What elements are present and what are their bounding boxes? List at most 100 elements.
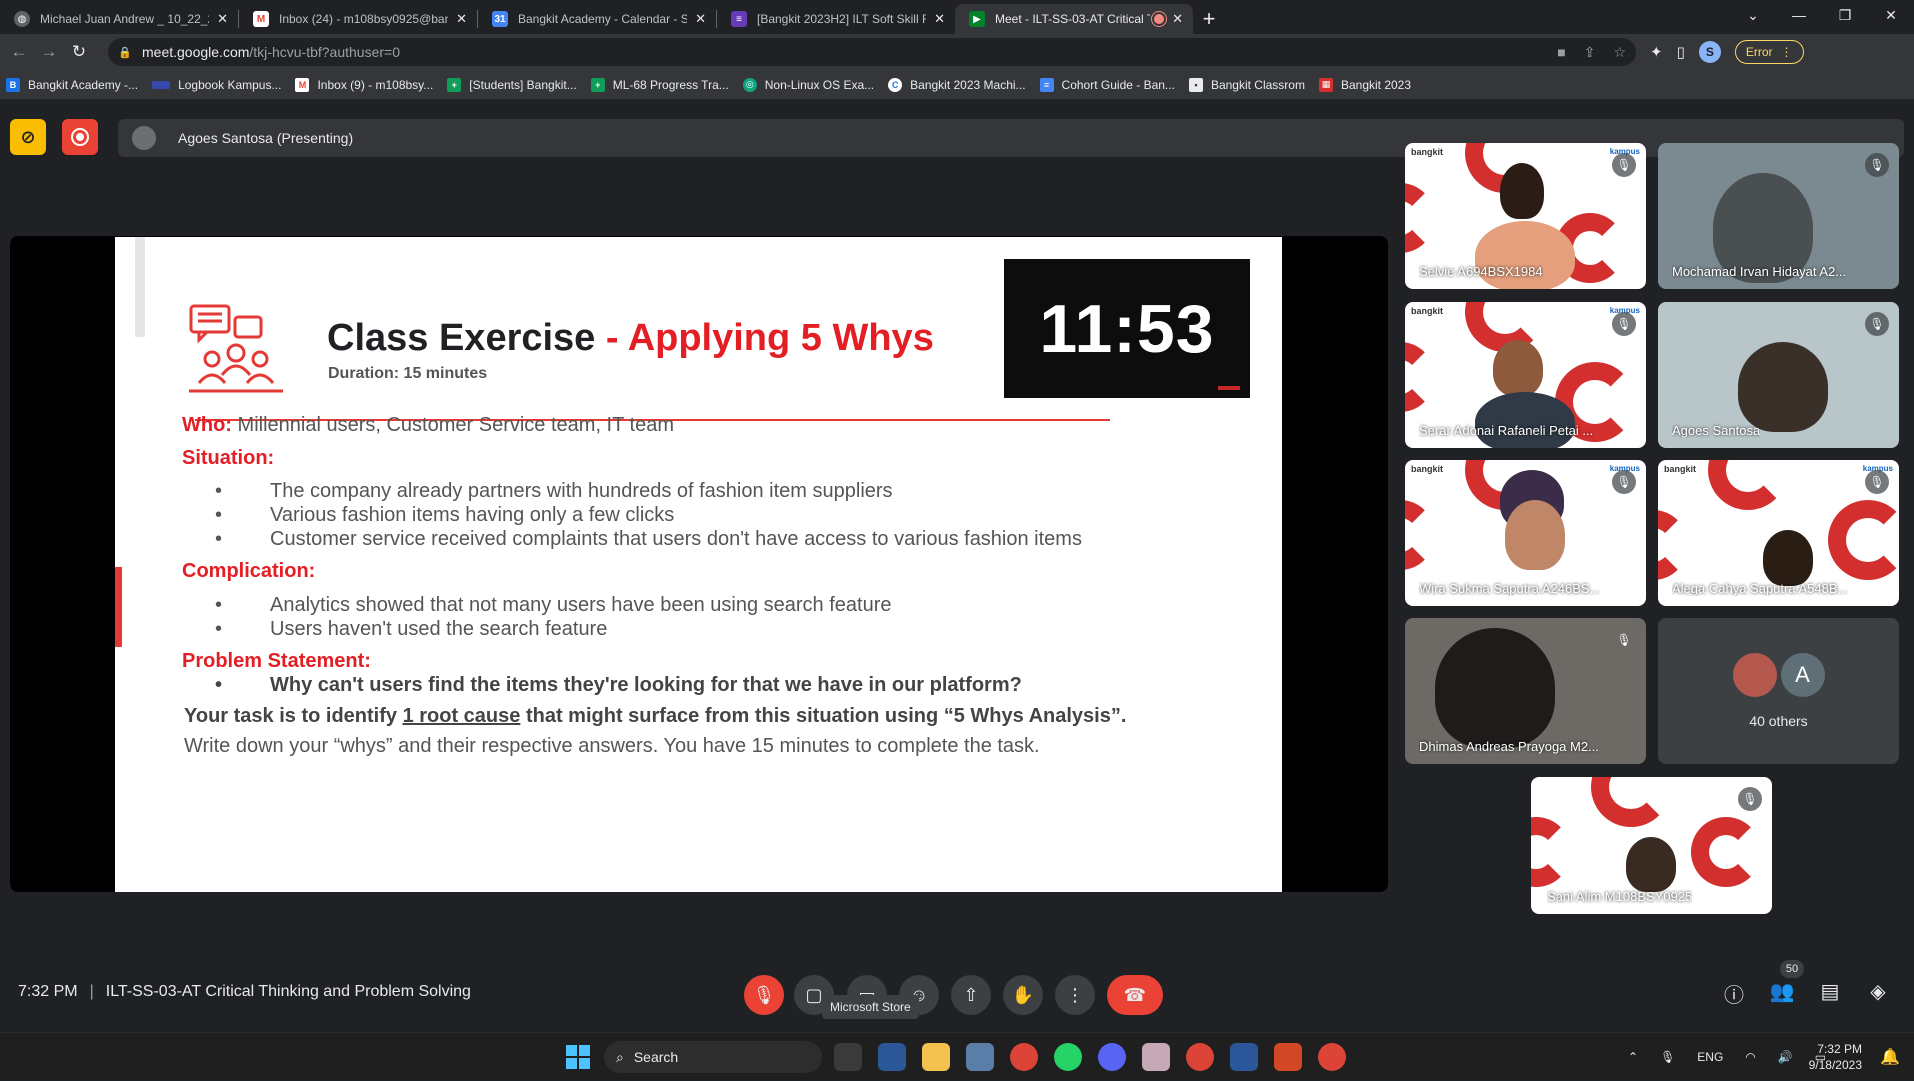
bookmark-item[interactable]: Logbook Kampus... [152, 78, 281, 92]
app-icon[interactable] [1142, 1043, 1170, 1071]
bookmark-item[interactable]: M Inbox (9) - m108bsy... [295, 77, 433, 92]
chat-icon[interactable]: ▤ [1816, 979, 1844, 1004]
participant-name: Selvie A694BSX1984 [1419, 264, 1543, 279]
url-path: /tkj-hcvu-tbf?authuser=0 [249, 44, 400, 60]
forward-icon[interactable]: → [34, 42, 64, 62]
complication-label: Complication: [182, 560, 316, 582]
tab-title: Michael Juan Andrew _ 10_22_202 [40, 12, 210, 26]
minimize-button[interactable]: — [1776, 0, 1822, 30]
notification-bell-icon[interactable]: 🔔 [1880, 1047, 1900, 1067]
others-tile[interactable]: A 40 others [1658, 618, 1899, 764]
extensions-icon[interactable]: ✦ [1650, 43, 1663, 61]
bookmark-item[interactable]: + ML-68 Progress Tra... [590, 77, 729, 92]
participant-tile[interactable]: bangkit kampus 🎙 Alega Cahya Saputra A548… [1658, 460, 1899, 606]
camera-icon[interactable]: ■ [1557, 44, 1565, 61]
activities-icon[interactable]: ◈ [1864, 979, 1892, 1004]
reload-icon[interactable]: ↻ [64, 42, 94, 62]
close-tab-icon[interactable]: ✕ [1172, 11, 1183, 27]
microsoft-store-icon[interactable] [878, 1043, 906, 1071]
leave-call-button[interactable]: ☎ [1107, 975, 1163, 1015]
chrome-icon[interactable] [1010, 1043, 1038, 1071]
info-icon[interactable]: ⓘ [1720, 979, 1748, 1008]
discord-icon[interactable] [1098, 1043, 1126, 1071]
photos-icon[interactable] [966, 1043, 994, 1071]
close-window-button[interactable]: ✕ [1868, 0, 1914, 30]
bookmark-item[interactable]: ◎ Non-Linux OS Exa... [742, 77, 874, 92]
error-button[interactable]: Error ⋮ [1734, 40, 1804, 64]
tab-search-icon[interactable]: ⌄ [1730, 0, 1776, 30]
participant-tile[interactable]: 🎙 Dhimas Andreas Prayoga M2... [1405, 618, 1646, 764]
bookmark-item[interactable]: ▪ Bangkit Classrom [1188, 77, 1305, 92]
bookmark-item[interactable]: ▦ Bangkit 2023 [1318, 77, 1411, 92]
participant-tile[interactable]: 🎙 Mochamad Irvan Hidayat A2... [1658, 143, 1899, 289]
language-indicator[interactable]: ENG [1697, 1050, 1723, 1064]
meeting-time: 7:32 PM [18, 983, 78, 1000]
close-tab-icon[interactable]: ✕ [217, 11, 228, 27]
participant-tile[interactable]: bangkit kampus 🎙 Serar Adonai Rafaneli Pe… [1405, 302, 1646, 448]
bookmark-item[interactable]: B Bangkit Academy -... [6, 77, 139, 92]
taskbar-clock[interactable]: 7:32 PM 9/18/2023 [1809, 1041, 1862, 1073]
who-text: Millennial users, Customer Service team,… [237, 414, 674, 436]
file-explorer-icon[interactable] [922, 1043, 950, 1071]
more-options-button[interactable]: ⋮ [1055, 975, 1095, 1015]
tab-strip: ◍ Michael Juan Andrew _ 10_22_202 ✕ M In… [0, 0, 1914, 34]
back-icon[interactable]: ← [4, 42, 34, 62]
slide-title: Class Exercise - Applying 5 Whys [327, 317, 934, 360]
tab-title: Inbox (24) - m108bsy0925@bang [279, 12, 449, 26]
whatsapp-icon[interactable] [1054, 1043, 1082, 1071]
share-icon[interactable]: ⇪ [1584, 44, 1596, 61]
bookmark-star-icon[interactable]: ☆ [1613, 44, 1626, 61]
start-button[interactable] [566, 1045, 590, 1069]
chrome-icon[interactable] [1186, 1043, 1214, 1071]
participant-tile[interactable]: 🎙 Agoes Santosa [1658, 302, 1899, 448]
browser-tab[interactable]: M Inbox (24) - m108bsy0925@bang ✕ [239, 4, 477, 34]
close-tab-icon[interactable]: ✕ [695, 11, 706, 27]
list-item: • Various fashion items having only a few… [215, 504, 675, 526]
list-item: • Users haven't used the search feature [215, 618, 608, 640]
chrome-icon[interactable] [1318, 1043, 1346, 1071]
recording-icon[interactable] [62, 119, 98, 155]
system-tray: ⌃ 🎙 ENG ◠ 🔊 ▭ [1628, 1033, 1826, 1081]
presentation-stage: Class Exercise - Applying 5 Whys Duratio… [10, 236, 1388, 892]
volume-icon[interactable]: 🔊 [1778, 1050, 1793, 1064]
bangkit-logo: bangkit [1411, 147, 1444, 157]
bookmark-label: Bangkit Academy -... [28, 77, 139, 92]
captions-off-icon[interactable]: ⊘ [10, 119, 46, 155]
who-label: Who: Millennial users, Customer Service … [182, 414, 674, 436]
bookmark-item[interactable]: + [Students] Bangkit... [447, 77, 577, 92]
participant-tile[interactable]: bangkit kampus 🎙 Selvie A694BSX1984 [1405, 143, 1646, 289]
bookmark-item[interactable]: ≡ Cohort Guide - Ban... [1039, 77, 1175, 92]
browser-tab[interactable]: ◍ Michael Juan Andrew _ 10_22_202 ✕ [0, 4, 238, 34]
bookmark-label: Bangkit Classrom [1210, 77, 1305, 92]
mic-off-button[interactable]: 🎙 [744, 975, 784, 1015]
timer-value: 11:53 [1039, 290, 1215, 367]
close-tab-icon[interactable]: ✕ [456, 11, 467, 27]
address-bar[interactable]: 🔒 meet.google.com/tkj-hcvu-tbf?authuser=… [108, 38, 1636, 66]
wifi-icon[interactable]: ◠ [1745, 1050, 1755, 1064]
browser-tab-active[interactable]: ▶ Meet - ILT-SS-03-AT Critical T ✕ [955, 4, 1193, 34]
participant-name: Dhimas Andreas Prayoga M2... [1419, 739, 1599, 754]
bookmark-item[interactable]: C Bangkit 2023 Machi... [888, 77, 1026, 92]
self-view-tile[interactable]: 🎙 Sani Alim M108BSY0925 [1531, 777, 1772, 914]
profile-avatar[interactable]: S [1698, 41, 1721, 63]
present-button[interactable]: ⇧ [951, 975, 991, 1015]
bookmark-icon [152, 80, 171, 89]
raise-hand-button[interactable]: ✋ [1003, 975, 1043, 1015]
bookmark-label: Cohort Guide - Ban... [1061, 77, 1175, 92]
browser-tab[interactable]: 31 Bangkit Academy - Calendar - Se ✕ [478, 4, 716, 34]
powerpoint-icon[interactable] [1274, 1043, 1302, 1071]
chevron-up-icon[interactable]: ⌃ [1628, 1050, 1638, 1064]
meet-control-bar: 7:32 PM | ILT-SS-03-AT Critical Thinking a… [0, 949, 1914, 1033]
taskbar-search[interactable]: ⌕ Search [604, 1041, 822, 1073]
close-tab-icon[interactable]: ✕ [934, 11, 945, 27]
restore-button[interactable]: ❐ [1822, 0, 1868, 30]
error-label: Error [1745, 45, 1773, 59]
browser-tab[interactable]: ≡ [Bangkit 2023H2] ILT Soft Skill Fe ✕ [717, 4, 955, 34]
word-icon[interactable] [1230, 1043, 1258, 1071]
side-panel-icon[interactable]: ▯ [1677, 43, 1685, 61]
people-icon[interactable]: 👥 [1768, 979, 1796, 1004]
new-tab-button[interactable]: + [1193, 4, 1225, 34]
participant-tile[interactable]: bangkit kampus 🎙 Wira Sukma Saputra A246B… [1405, 460, 1646, 606]
microphone-icon[interactable]: 🎙 [1660, 1050, 1675, 1064]
task-view-icon[interactable] [834, 1043, 862, 1071]
